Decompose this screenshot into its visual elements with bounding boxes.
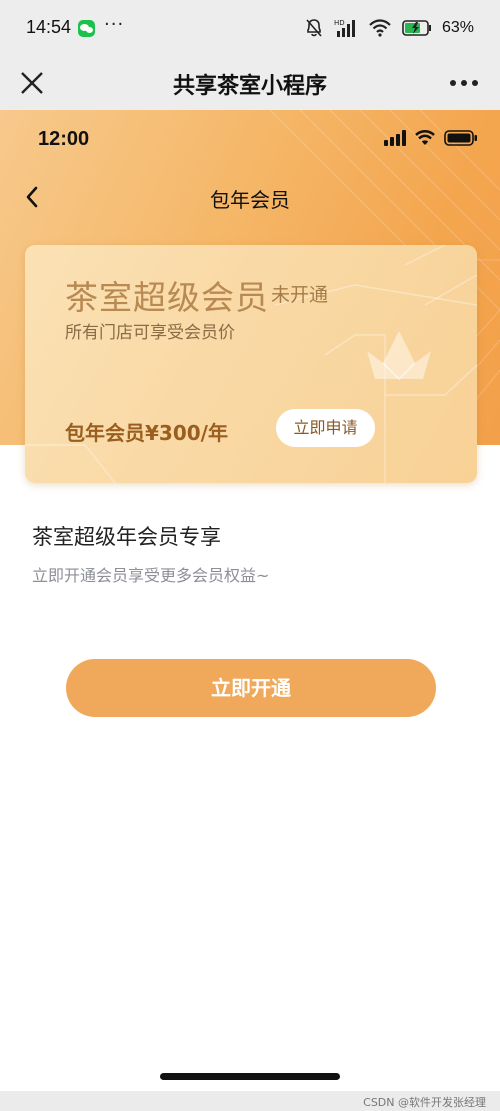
system-time: 14:54: [26, 17, 72, 37]
benefits-subtitle: 立即开通会员享受更多会员权益~: [32, 566, 270, 585]
battery-percent: 63%: [441, 19, 474, 36]
inner-status-time: 12:00: [38, 128, 90, 150]
miniprogram-title-bar: 共享茶室小程序: [0, 56, 500, 110]
more-icon[interactable]: [446, 66, 482, 100]
wechat-notification-icon: [78, 20, 95, 37]
crown-icon: [367, 331, 431, 381]
inner-status-indicators: [384, 130, 478, 146]
watermark: CSDN @软件开发张经理: [363, 1096, 486, 1109]
battery-charging-icon: [402, 20, 431, 36]
card-subtitle: 所有门店可享受会员价: [65, 323, 235, 343]
wifi-icon: [415, 130, 435, 145]
mute-icon: [306, 19, 322, 37]
system-status-bar: 14:54 ··· HD 63%: [0, 0, 500, 56]
svg-text:HD: HD: [334, 19, 345, 27]
hd-signal-icon: HD: [334, 19, 355, 37]
membership-status: 未开通: [271, 284, 329, 306]
miniprogram-title: 共享茶室小程序: [172, 74, 327, 99]
notification-overflow: ···: [104, 14, 125, 35]
benefits-title: 茶室超级年会员专享: [32, 525, 221, 549]
apply-now-button[interactable]: 立即申请: [276, 409, 375, 447]
membership-card: 茶室超级会员 未开通 所有门店可享受会员价 包年会员¥300/年 立即申请: [25, 245, 477, 483]
activate-button[interactable]: 立即开通: [66, 659, 436, 717]
wifi-icon: [369, 19, 391, 37]
system-indicators: HD 63%: [304, 16, 474, 40]
page-title: 包年会员: [210, 188, 290, 212]
cellular-signal-icon: [384, 130, 406, 146]
card-title: 茶室超级会员: [65, 278, 269, 317]
annual-price: 包年会员¥300/年: [65, 421, 228, 445]
battery-icon: [444, 130, 477, 146]
home-indicator[interactable]: [160, 1073, 340, 1080]
